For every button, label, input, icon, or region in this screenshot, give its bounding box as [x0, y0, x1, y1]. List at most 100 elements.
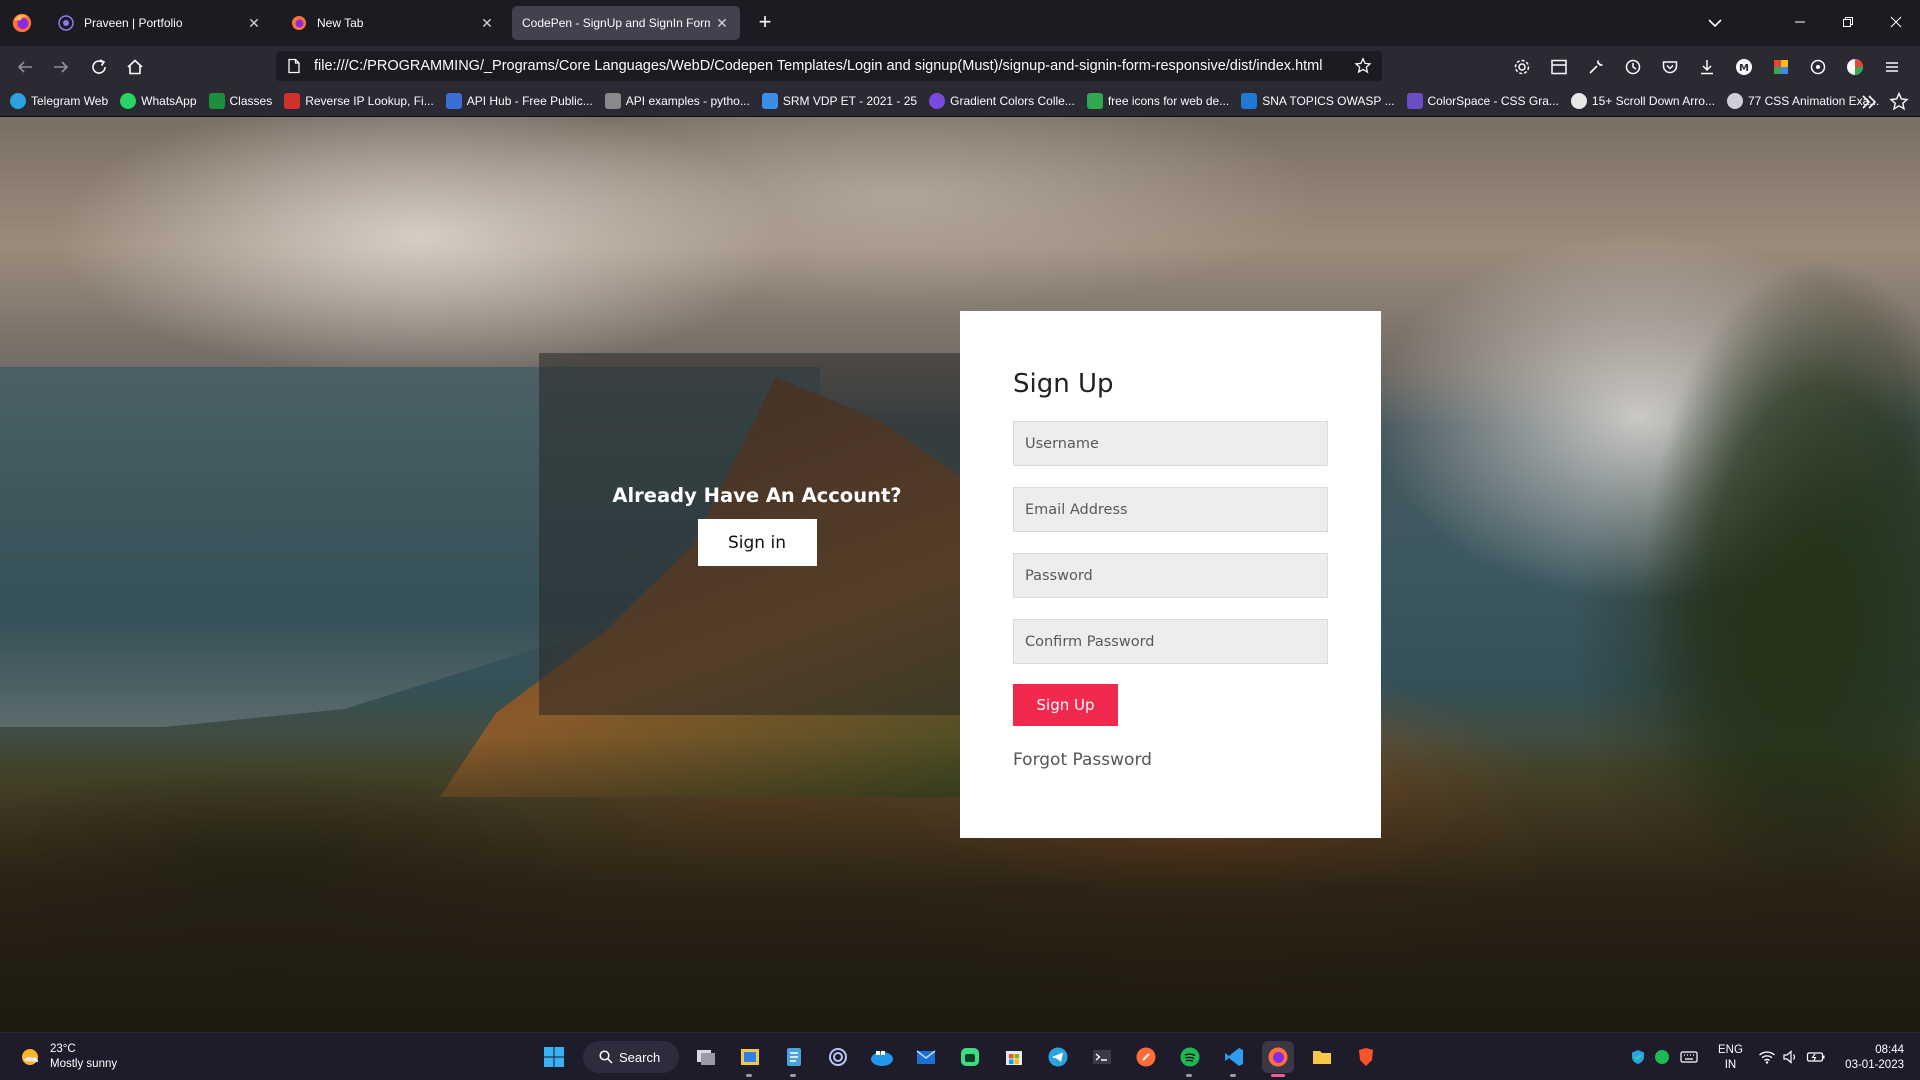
minimize-button[interactable]	[1777, 6, 1823, 38]
extensions-puzzle-icon[interactable]	[1804, 53, 1832, 81]
file-manager-icon[interactable]	[734, 1041, 766, 1077]
history-icon[interactable]	[1619, 53, 1647, 81]
bookmark-item[interactable]: ColorSpace - CSS Gra...	[1406, 93, 1559, 109]
chevron-down-icon[interactable]	[1702, 10, 1728, 36]
reload-button[interactable]	[85, 53, 113, 81]
tab-strip: Praveen | Portfolio ✕ New Tab ✕ CodePen …	[0, 0, 1920, 46]
terminal-icon[interactable]	[1086, 1041, 1118, 1073]
cortana-icon[interactable]	[822, 1041, 854, 1073]
bookmarks-toolbar: Telegram Web WhatsApp Classes Reverse IP Lo…	[0, 86, 1920, 117]
tab-new-tab[interactable]: New Tab ✕	[277, 6, 505, 40]
extension-colorzilla-icon[interactable]	[1767, 53, 1795, 81]
bookmark-item[interactable]: Gradient Colors Colle...	[929, 93, 1075, 109]
notepad-icon[interactable]	[778, 1041, 810, 1077]
colorspace-icon	[1406, 93, 1423, 109]
url-text[interactable]: file:///C:/PROGRAMMING/_Programs/Core La…	[314, 58, 1350, 74]
taskbar-search-button[interactable]: Search	[583, 1041, 679, 1073]
reader-view-icon[interactable]	[1545, 53, 1573, 81]
firefox-taskbar-icon[interactable]	[1262, 1041, 1294, 1077]
tab-portfolio[interactable]: Praveen | Portfolio ✕	[44, 6, 272, 40]
defender-icon[interactable]	[1630, 1049, 1646, 1065]
windows-start-icon[interactable]	[538, 1041, 570, 1073]
cloud-icon	[761, 93, 778, 109]
bookmark-item[interactable]: API Hub - Free Public...	[445, 93, 593, 109]
target-icon	[284, 93, 301, 109]
quick-settings[interactable]	[1758, 1033, 1826, 1080]
mail-icon[interactable]	[910, 1041, 942, 1073]
bookmark-item[interactable]: free icons for web de...	[1086, 93, 1230, 109]
tab-close-icon[interactable]: ✕	[710, 11, 734, 35]
overlay-heading: Already Have An Account?	[612, 484, 902, 507]
keyboard-icon[interactable]	[1680, 1049, 1698, 1065]
bookmark-item[interactable]: API examples - pytho...	[604, 93, 750, 109]
file-explorer-icon[interactable]	[1306, 1041, 1338, 1073]
bookmark-star-icon[interactable]	[1350, 53, 1376, 79]
docker-icon[interactable]	[866, 1041, 898, 1073]
bookmark-item[interactable]: Classes	[208, 93, 273, 109]
address-bar[interactable]: file:///C:/PROGRAMMING/_Programs/Core La…	[276, 51, 1382, 81]
clock-date: 03-01-2023	[1845, 1059, 1904, 1071]
bookmark-label: Gradient Colors Colle...	[950, 94, 1075, 108]
chevron-double-right-icon[interactable]	[1858, 91, 1880, 113]
forward-button[interactable]	[47, 53, 75, 81]
close-window-button[interactable]	[1873, 6, 1919, 38]
brave-icon[interactable]	[1350, 1041, 1382, 1073]
bookmark-item[interactable]: 15+ Scroll Down Arro...	[1570, 93, 1715, 109]
weather-temp: 23°C	[50, 1043, 76, 1055]
home-button[interactable]	[121, 53, 149, 81]
postman-icon[interactable]	[1130, 1041, 1162, 1073]
microsoft-store-icon[interactable]	[998, 1041, 1030, 1073]
weather-sun-icon	[22, 1049, 39, 1065]
sign-in-button[interactable]: Sign in	[697, 519, 817, 566]
restore-button[interactable]	[1825, 6, 1871, 38]
android-studio-icon[interactable]	[954, 1041, 986, 1073]
back-button[interactable]	[11, 53, 39, 81]
firefox-menu-icon[interactable]	[11, 12, 33, 34]
task-view-icon[interactable]	[690, 1041, 722, 1073]
bookmark-item[interactable]: Reverse IP Lookup, Fi...	[284, 93, 434, 109]
gear-icon[interactable]	[1508, 53, 1536, 81]
spotify-icon[interactable]	[1174, 1041, 1206, 1077]
tab-close-icon[interactable]: ✕	[475, 11, 499, 35]
tab-codepen[interactable]: CodePen - SignUp and SignIn Form Respons…	[512, 6, 740, 40]
extension-colorful-icon[interactable]	[1841, 53, 1869, 81]
username-input[interactable]	[1013, 421, 1328, 466]
language-indicator[interactable]: ENG IN	[1718, 1043, 1743, 1073]
forgot-password-link[interactable]: Forgot Password	[1013, 750, 1328, 770]
email-input[interactable]	[1013, 487, 1328, 532]
icons-site-icon	[1086, 93, 1103, 109]
telegram-icon[interactable]	[1042, 1041, 1074, 1073]
hamburger-menu-icon[interactable]	[1878, 53, 1906, 81]
tab-title: CodePen - SignUp and SignIn Form Respons…	[522, 16, 710, 30]
onenote-icon	[1241, 93, 1258, 109]
globe-icon	[1726, 93, 1743, 109]
bookmark-item[interactable]: WhatsApp	[120, 93, 197, 109]
weather-widget[interactable]: 23°C Mostly sunny	[18, 1042, 117, 1072]
confirm-password-input[interactable]	[1013, 619, 1328, 664]
wrench-icon[interactable]	[1582, 53, 1610, 81]
spotify-tray-icon[interactable]	[1654, 1049, 1670, 1065]
sign-up-button[interactable]: Sign Up	[1013, 684, 1118, 726]
bookmark-item[interactable]: 77 CSS Animation Exa...	[1726, 93, 1879, 109]
bookmark-item[interactable]: SRM VDP ET - 2021 - 25	[761, 93, 917, 109]
bookmark-label: Classes	[229, 94, 273, 108]
bookmark-item[interactable]: SNA TOPICS OWASP ...	[1241, 93, 1395, 109]
speaker-icon	[1783, 1050, 1796, 1064]
rocket-icon	[445, 93, 462, 109]
tab-close-icon[interactable]: ✕	[242, 11, 266, 35]
new-tab-button[interactable]: +	[752, 11, 778, 35]
bookmark-item[interactable]: Telegram Web	[10, 93, 108, 109]
password-input[interactable]	[1013, 553, 1328, 598]
bookmark-label: free icons for web de...	[1107, 94, 1230, 108]
doc-icon	[604, 93, 621, 109]
circle-icon	[1570, 93, 1587, 109]
windows-taskbar: 23°C Mostly sunny Search ENG IN 08:44 03…	[0, 1032, 1920, 1080]
taskbar-clock[interactable]: 08:44 03-01-2023	[1838, 1043, 1904, 1073]
bookmarks-menu-icon[interactable]	[1888, 91, 1910, 113]
pocket-icon[interactable]	[1656, 53, 1684, 81]
vscode-icon[interactable]	[1218, 1041, 1250, 1077]
extension-m-icon[interactable]: M	[1730, 53, 1758, 81]
bookmark-label: API examples - pytho...	[625, 94, 750, 108]
telegram-icon	[10, 93, 26, 109]
download-icon[interactable]	[1693, 53, 1721, 81]
